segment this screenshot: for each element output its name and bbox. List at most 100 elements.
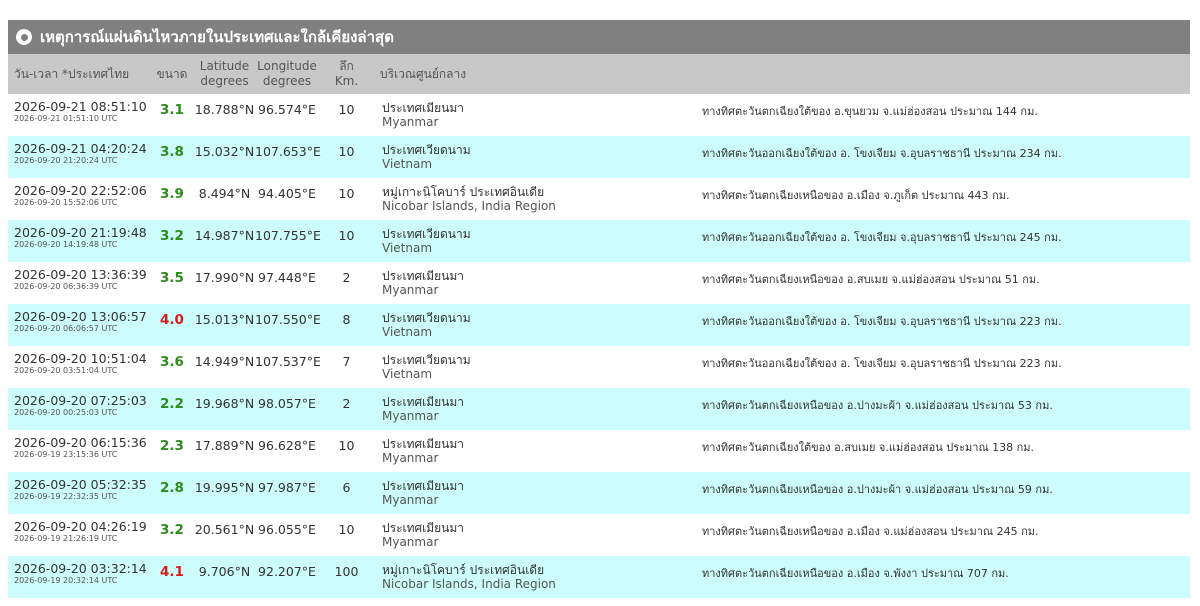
longitude-value: 96.574°E	[258, 102, 316, 117]
utc-time: 2026-09-20 14:19:48 UTC	[14, 240, 118, 249]
longitude-value: 107.755°E	[255, 228, 321, 243]
cell-latitude: 17.990°N	[194, 262, 255, 304]
cell-longitude: 96.574°E	[255, 94, 319, 136]
location-description: ทางทิศตะวันตกเฉียงใต้ของ อ.ขุนยวม จ.แม่ฮ…	[702, 105, 1038, 118]
longitude-value: 96.628°E	[258, 438, 316, 453]
thai-time: 2026-09-20 05:32:35	[14, 477, 147, 492]
cell-depth: 6	[319, 472, 374, 514]
col-header-magnitude[interactable]: ขนาด	[150, 54, 194, 94]
cell-datetime: 2026-09-20 06:15:36 2026-09-19 23:15:36 U…	[8, 430, 150, 472]
region-thai: ประเทศเมียนมา	[382, 101, 465, 115]
magnitude-value: 3.5	[160, 270, 184, 286]
cell-region: ประเทศเมียนมา Myanmar	[374, 472, 702, 514]
magnitude-value: 3.2	[160, 522, 184, 538]
cell-magnitude: 2.8	[150, 472, 194, 514]
latitude-value: 15.013°N	[194, 312, 255, 327]
latitude-value: 19.995°N	[194, 480, 255, 495]
latitude-value: 15.032°N	[194, 144, 255, 159]
depth-value: 6	[342, 480, 351, 495]
region-thai: ประเทศเวียดนาม	[382, 227, 471, 241]
longitude-value: 96.055°E	[258, 522, 316, 537]
col-header-description	[702, 54, 1190, 94]
table-row[interactable]: 2026-09-20 13:06:57 2026-09-20 06:06:57 U…	[8, 304, 1190, 346]
cell-datetime: 2026-09-20 04:26:19 2026-09-19 21:26:19 U…	[8, 514, 150, 556]
cell-magnitude: 3.1	[150, 94, 194, 136]
region-thai: ประเทศเมียนมา	[382, 521, 465, 535]
table-row[interactable]: 2026-09-20 03:32:14 2026-09-19 20:32:14 U…	[8, 556, 1190, 598]
cell-latitude: 14.987°N	[194, 220, 255, 262]
utc-time: 2026-09-21 01:51:10 UTC	[14, 114, 118, 123]
cell-description: ทางทิศตะวันออกเฉียงใต้ของ อ. โขงเจียม จ.…	[702, 346, 1190, 388]
location-description: ทางทิศตะวันออกเฉียงใต้ของ อ. โขงเจียม จ.…	[702, 231, 1062, 244]
utc-time: 2026-09-20 06:06:57 UTC	[14, 324, 118, 333]
thai-time: 2026-09-20 13:06:57	[14, 309, 147, 324]
table-row[interactable]: 2026-09-20 06:15:36 2026-09-19 23:15:36 U…	[8, 430, 1190, 472]
utc-time: 2026-09-20 03:51:04 UTC	[14, 366, 118, 375]
location-description: ทางทิศตะวันตกเฉียงใต้ของ อ.สบเมย จ.แม่ฮ่…	[702, 441, 1035, 454]
col-header-latitude[interactable]: Latitude degrees	[194, 54, 255, 94]
cell-magnitude: 2.3	[150, 430, 194, 472]
cell-depth: 7	[319, 346, 374, 388]
cell-region: หมู่เกาะนิโคบาร์ ประเทศอินเดีย Nicobar Is…	[374, 178, 702, 220]
cell-region: ประเทศเวียดนาม Vietnam	[374, 136, 702, 178]
cell-datetime: 2026-09-20 22:52:06 2026-09-20 15:52:06 U…	[8, 178, 150, 220]
cell-latitude: 19.968°N	[194, 388, 255, 430]
depth-value: 10	[338, 144, 355, 159]
cell-description: ทางทิศตะวันตกเฉียงเหนือของ อ.สบเมย จ.แม่…	[702, 262, 1190, 304]
region-english: Myanmar	[382, 283, 439, 297]
cell-magnitude: 3.2	[150, 220, 194, 262]
cell-region: ประเทศเมียนมา Myanmar	[374, 514, 702, 556]
depth-value: 10	[338, 438, 355, 453]
table-row[interactable]: 2026-09-20 05:32:35 2026-09-19 22:32:35 U…	[8, 472, 1190, 514]
table-row[interactable]: 2026-09-21 08:51:10 2026-09-21 01:51:10 U…	[8, 94, 1190, 136]
cell-magnitude: 3.8	[150, 136, 194, 178]
thai-time: 2026-09-20 10:51:04	[14, 351, 147, 366]
thai-time: 2026-09-20 21:19:48	[14, 225, 147, 240]
cell-depth: 10	[319, 430, 374, 472]
latitude-value: 17.990°N	[194, 270, 255, 285]
table-row[interactable]: 2026-09-20 22:52:06 2026-09-20 15:52:06 U…	[8, 178, 1190, 220]
table-row[interactable]: 2026-09-20 04:26:19 2026-09-19 21:26:19 U…	[8, 514, 1190, 556]
region-english: Vietnam	[382, 241, 433, 255]
depth-value: 10	[338, 522, 355, 537]
cell-datetime: 2026-09-20 03:32:14 2026-09-19 20:32:14 U…	[8, 556, 150, 598]
col-header-longitude-label: Longitude	[257, 59, 317, 73]
region-thai: ประเทศเมียนมา	[382, 437, 465, 451]
cell-latitude: 20.561°N	[194, 514, 255, 556]
table-row[interactable]: 2026-09-20 21:19:48 2026-09-20 14:19:48 U…	[8, 220, 1190, 262]
cell-magnitude: 3.9	[150, 178, 194, 220]
latitude-value: 18.788°N	[194, 102, 255, 117]
table-row[interactable]: 2026-09-20 13:36:39 2026-09-20 06:36:39 U…	[8, 262, 1190, 304]
magnitude-value: 4.1	[160, 564, 184, 580]
cell-magnitude: 4.1	[150, 556, 194, 598]
cell-datetime: 2026-09-21 08:51:10 2026-09-21 01:51:10 U…	[8, 94, 150, 136]
region-thai: หมู่เกาะนิโคบาร์ ประเทศอินเดีย	[382, 563, 545, 577]
cell-datetime: 2026-09-20 10:51:04 2026-09-20 03:51:04 U…	[8, 346, 150, 388]
table-row[interactable]: 2026-09-20 07:25:03 2026-09-20 00:25:03 U…	[8, 388, 1190, 430]
col-header-region[interactable]: บริเวณศูนย์กลาง	[374, 54, 702, 94]
region-english: Myanmar	[382, 493, 439, 507]
cell-latitude: 9.706°N	[194, 556, 255, 598]
cell-depth: 10	[319, 220, 374, 262]
thai-time: 2026-09-20 04:26:19	[14, 519, 147, 534]
cell-depth: 2	[319, 262, 374, 304]
table-row[interactable]: 2026-09-20 10:51:04 2026-09-20 03:51:04 U…	[8, 346, 1190, 388]
col-header-depth[interactable]: ลึก Km.	[319, 54, 374, 94]
cell-longitude: 96.055°E	[255, 514, 319, 556]
thai-time: 2026-09-21 04:20:24	[14, 141, 147, 156]
cell-longitude: 107.550°E	[255, 304, 321, 346]
cell-latitude: 14.949°N	[194, 346, 255, 388]
thai-time: 2026-09-21 08:51:10	[14, 99, 147, 114]
cell-region: ประเทศเมียนมา Myanmar	[374, 262, 702, 304]
cell-longitude: 107.537°E	[255, 346, 321, 388]
utc-time: 2026-09-19 22:32:35 UTC	[14, 492, 118, 501]
depth-value: 2	[342, 396, 351, 411]
table-row[interactable]: 2026-09-21 04:20:24 2026-09-20 21:20:24 U…	[8, 136, 1190, 178]
col-header-datetime[interactable]: วัน-เวลา *ประเทศไทย	[8, 54, 150, 94]
cell-description: ทางทิศตะวันออกเฉียงใต้ของ อ. โขงเจียม จ.…	[702, 220, 1190, 262]
region-english: Vietnam	[382, 325, 433, 339]
utc-time: 2026-09-20 06:36:39 UTC	[14, 282, 118, 291]
region-thai: ประเทศเมียนมา	[382, 479, 465, 493]
col-header-longitude[interactable]: Longitude degrees	[255, 54, 319, 94]
depth-value: 7	[342, 354, 351, 369]
